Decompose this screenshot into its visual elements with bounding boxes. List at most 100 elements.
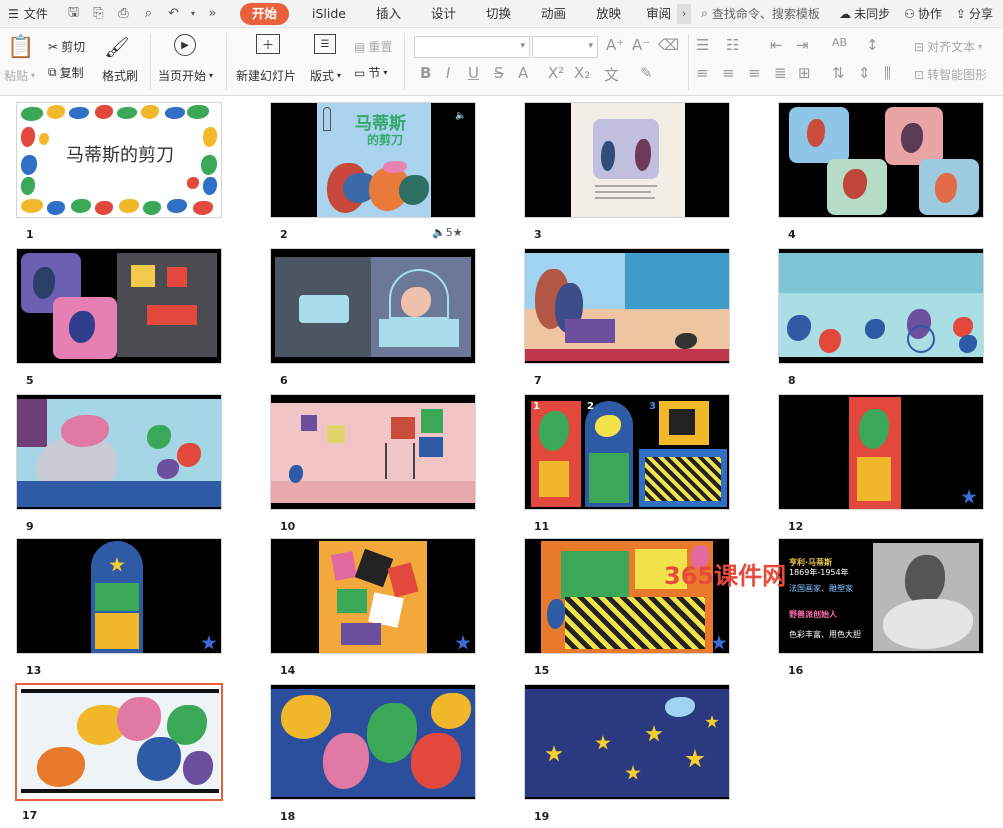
format-painter-button[interactable]: 格式刷 [102, 67, 138, 84]
export-icon[interactable]: ⎘ [89, 4, 108, 23]
more-quick-icon[interactable]: » [203, 4, 222, 23]
paragraph-spacing-icon[interactable]: ⇅ [832, 64, 845, 82]
print-icon[interactable]: ⎙ [114, 4, 133, 23]
slide-thumbnail-2[interactable]: 马蒂斯 的剪刀 🔈 [270, 102, 476, 218]
bullets-icon[interactable]: ☰ [696, 36, 709, 54]
decrease-indent-icon[interactable]: ⇤ [770, 36, 783, 54]
line-spacing-icon[interactable]: ↕ [866, 36, 879, 54]
paste-button[interactable]: 📋 [7, 34, 34, 60]
tab-slideshow[interactable]: 放映 [581, 0, 636, 28]
slide-number-3: 3 [534, 228, 542, 241]
menu-bar: ☰ 文件 🖫 ⎘ ⎙ ⌕ ↶ ▾ » 开始 iSlide 插入 设计 切换 动画… [0, 0, 1003, 28]
font-size-select[interactable]: ▾ [532, 36, 598, 58]
command-search[interactable]: ⌕ 查找命令、搜索模板 [701, 5, 820, 22]
italic-icon[interactable]: I [446, 64, 450, 82]
slide-thumbnail-6[interactable] [270, 248, 476, 364]
format-painter-icon[interactable]: 🖌 [104, 34, 130, 60]
preview-icon[interactable]: ⌕ [139, 4, 158, 23]
increase-font-icon[interactable]: A⁺ [606, 36, 624, 54]
align-text-button[interactable]: ⊟ 对齐文本 ▾ [914, 38, 982, 55]
slide-thumbnail-11[interactable]: 1 2 3 [524, 394, 730, 510]
slide-thumbnail-10[interactable] [270, 394, 476, 510]
highlight-icon[interactable]: ✎ [640, 64, 653, 82]
share-button[interactable]: ⇪ 分享 [956, 5, 993, 22]
decrease-font-icon[interactable]: A⁻ [632, 36, 650, 54]
slide-thumbnail-8[interactable] [778, 248, 984, 364]
columns-icon[interactable]: ⫼ [884, 64, 891, 82]
slide-number-6: 6 [280, 374, 288, 387]
file-menu[interactable]: ☰ 文件 [0, 5, 60, 22]
search-icon: ⌕ [701, 6, 708, 20]
audio-icon: 🔈 [455, 111, 467, 121]
slide-number-17: 17 [22, 809, 38, 822]
slide-thumbnail-3[interactable] [524, 102, 730, 218]
clear-format-icon[interactable]: ⌫ [658, 36, 679, 54]
person-icon: ⚇ [904, 6, 915, 21]
tab-insert[interactable]: 插入 [361, 0, 416, 28]
slide-11-label-2: 2 [587, 401, 594, 412]
reset-button[interactable]: ▤ 重置 [354, 38, 392, 55]
hamburger-icon: ☰ [8, 6, 19, 21]
numbering-icon[interactable]: ☷ [726, 36, 739, 54]
layout-button[interactable]: 版式 ▾ [310, 67, 341, 84]
slide-thumbnail-14[interactable] [270, 538, 476, 654]
smartart-label: 转智能图形 [927, 68, 988, 82]
from-current-button[interactable]: 当页开始 ▾ [158, 67, 213, 84]
align-center-icon[interactable]: ≡ [722, 64, 735, 82]
smartart-button[interactable]: ⊡ 转智能图形 [914, 66, 987, 83]
slide-thumbnail-19[interactable] [524, 684, 730, 800]
slide-thumbnail-5[interactable] [16, 248, 222, 364]
section-button[interactable]: ▭ 节 ▾ [354, 64, 387, 81]
subscript-icon[interactable]: X₂ [574, 64, 590, 82]
slide-thumbnail-4[interactable] [778, 102, 984, 218]
superscript-icon[interactable]: X² [548, 64, 564, 82]
distribute-icon[interactable]: ⊞ [798, 64, 811, 82]
tab-animation[interactable]: 动画 [526, 0, 581, 28]
copy-button[interactable]: ⧉ 复制 [48, 64, 84, 81]
search-placeholder: 查找命令、搜索模板 [711, 7, 820, 21]
watermark: 365课件网 [664, 562, 787, 590]
align-left-icon[interactable]: ≡ [696, 64, 709, 82]
tab-review[interactable]: 审阅 [636, 0, 677, 28]
slide-thumbnail-1[interactable]: 马蒂斯的剪刀 [16, 102, 222, 218]
text-direction-icon[interactable]: AB [832, 36, 847, 49]
slide-thumbnail-7[interactable] [524, 248, 730, 364]
slide-thumbnail-12[interactable] [778, 394, 984, 510]
justify-icon[interactable]: ≣ [774, 64, 787, 82]
tab-transition[interactable]: 切换 [471, 0, 526, 28]
font-family-select[interactable]: ▾ [414, 36, 530, 58]
paste-label-button[interactable]: 粘贴 ▾ [4, 67, 35, 84]
underline-icon[interactable]: U [468, 64, 479, 82]
sound-icon: 🔈 [432, 226, 446, 239]
slide-thumbnail-16[interactable]: 亨利·马蒂斯 1869年-1954年 法国画家、雕塑家 野兽派创始人 色彩丰富、… [778, 538, 984, 654]
save-icon[interactable]: 🖫 [64, 4, 83, 23]
strikethrough-icon[interactable]: S [494, 64, 504, 82]
tab-islide[interactable]: iSlide [297, 0, 361, 28]
sync-status-button[interactable]: ☁ 未同步 [839, 5, 890, 22]
slide-thumbnail-17[interactable] [15, 683, 223, 801]
slide-thumbnail-18[interactable] [270, 684, 476, 800]
collaborate-button[interactable]: ⚇ 协作 [904, 5, 942, 22]
undo-icon[interactable]: ↶ [164, 4, 183, 23]
slide-number-18: 18 [280, 810, 296, 823]
slide-thumbnail-13[interactable] [16, 538, 222, 654]
align-text-label: 对齐文本 [927, 40, 976, 54]
layout-icon[interactable]: ☰ [314, 34, 336, 54]
bold-icon[interactable]: B [420, 64, 431, 82]
align-right-icon[interactable]: ≡ [748, 64, 761, 82]
tab-home[interactable]: 开始 [240, 2, 290, 25]
undo-dropdown-icon[interactable]: ▾ [189, 4, 197, 23]
new-slide-button[interactable]: 新建幻灯片 [236, 67, 296, 84]
new-slide-icon[interactable]: ＋ [256, 34, 280, 54]
play-from-current-icon[interactable]: ▶ [174, 34, 196, 56]
format-painter-label: 格式刷 [102, 69, 139, 83]
new-slide-label: 新建幻灯片 [236, 69, 297, 83]
tabs-scroll-right-icon[interactable]: › [677, 3, 692, 24]
increase-indent-icon[interactable]: ⇥ [796, 36, 809, 54]
slide-thumbnail-9[interactable] [16, 394, 222, 510]
column-spacing-icon[interactable]: ⇕ [858, 64, 871, 82]
font-color-icon[interactable]: A [518, 64, 528, 82]
cut-button[interactable]: ✂ 剪切 [48, 38, 85, 55]
phonetic-icon[interactable]: 文 [604, 64, 619, 85]
tab-design[interactable]: 设计 [416, 0, 471, 28]
